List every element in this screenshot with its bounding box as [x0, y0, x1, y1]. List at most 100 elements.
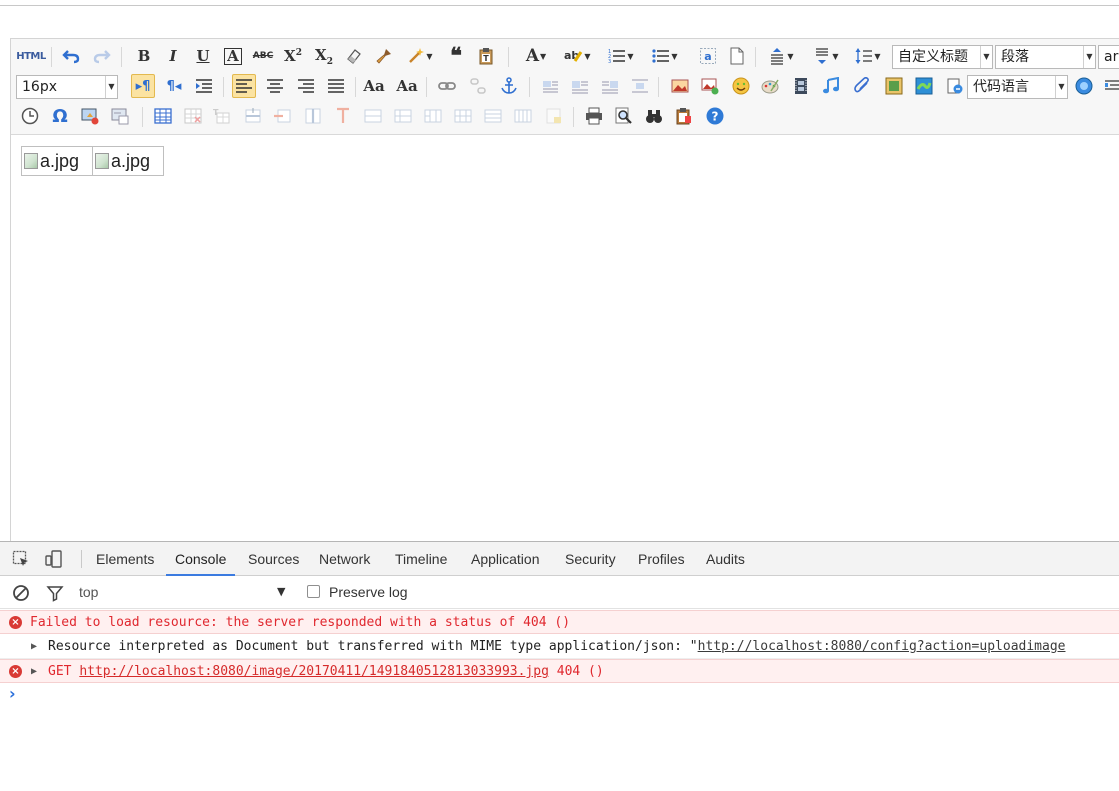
help-button[interactable]: ?: [703, 104, 727, 128]
insert-music-button[interactable]: [819, 74, 843, 98]
tab-application[interactable]: Application: [462, 542, 549, 576]
strikethrough-button[interactable]: ABC: [251, 44, 275, 68]
background-button[interactable]: [1072, 74, 1096, 98]
tab-audits[interactable]: Audits: [697, 542, 754, 576]
delete-col-button[interactable]: [331, 104, 355, 128]
font-color-button[interactable]: A ▼: [518, 44, 554, 68]
row-spacing-bottom-button[interactable]: ▼: [808, 44, 844, 68]
inspect-element-icon[interactable]: [12, 550, 30, 568]
search-replace-button[interactable]: [642, 104, 666, 128]
console-prompt[interactable]: ›: [9, 684, 16, 703]
delete-table-button[interactable]: [181, 104, 205, 128]
custom-heading-select[interactable]: 自定义标题 ▼: [892, 45, 993, 69]
insert-row-button[interactable]: [241, 104, 265, 128]
emotion-button[interactable]: [729, 74, 753, 98]
message-link[interactable]: http://localhost:8080/image/20170411/149…: [79, 664, 549, 679]
split-to-cols-button[interactable]: [511, 104, 535, 128]
paste-plain-button[interactable]: T: [474, 44, 498, 68]
expand-triangle-icon[interactable]: ▶: [31, 635, 37, 658]
google-map-button[interactable]: [912, 74, 936, 98]
underline-button[interactable]: U: [191, 44, 215, 68]
code-language-select[interactable]: 代码语言 ▼: [967, 75, 1068, 99]
row-spacing-top-button[interactable]: ▼: [763, 44, 799, 68]
tab-sources[interactable]: Sources: [239, 542, 308, 576]
redo-button[interactable]: [90, 44, 114, 68]
tab-timeline[interactable]: Timeline: [386, 542, 456, 576]
unlink-button[interactable]: [466, 74, 490, 98]
insert-table-button[interactable]: [151, 104, 175, 128]
merge-down-button[interactable]: [421, 104, 445, 128]
simple-upload-button[interactable]: [668, 74, 692, 98]
context-selector[interactable]: top: [79, 584, 98, 600]
chevron-down-icon[interactable]: ▼: [277, 585, 285, 598]
link-button[interactable]: [435, 74, 459, 98]
highlight-color-button[interactable]: ab ▼: [559, 44, 595, 68]
align-right-button[interactable]: [294, 74, 318, 98]
merge-right-button[interactable]: [391, 104, 415, 128]
image-center-button[interactable]: [628, 74, 652, 98]
broken-image[interactable]: a.jpg: [21, 146, 93, 176]
ordered-list-button[interactable]: 1 2 3 ▼: [603, 44, 639, 68]
italic-button[interactable]: I: [161, 44, 185, 68]
special-chars-button[interactable]: Ω: [48, 104, 72, 128]
word-image-button[interactable]: [108, 104, 132, 128]
select-all-button[interactable]: a: [696, 44, 720, 68]
template-button[interactable]: [1100, 74, 1119, 98]
image-right-button[interactable]: [598, 74, 622, 98]
merge-cells-button[interactable]: [361, 104, 385, 128]
tab-profiles[interactable]: Profiles: [629, 542, 694, 576]
subscript-button[interactable]: X2: [312, 44, 336, 68]
indent-button[interactable]: [192, 74, 216, 98]
source-html-button[interactable]: HTML: [15, 44, 47, 68]
print-button[interactable]: [582, 104, 606, 128]
font-family-select[interactable]: ar: [1098, 45, 1119, 69]
auto-typeset-button[interactable]: ▼: [403, 44, 437, 68]
format-match-button[interactable]: [372, 44, 396, 68]
attachment-button[interactable]: [851, 74, 875, 98]
superscript-button[interactable]: X2: [281, 44, 305, 68]
blockquote-button[interactable]: ❝: [444, 44, 468, 68]
paragraph-format-select[interactable]: 段落 ▼: [995, 45, 1096, 69]
page-break-button[interactable]: [943, 74, 967, 98]
align-center-button[interactable]: [263, 74, 287, 98]
remove-format-button[interactable]: [342, 44, 366, 68]
image-none-button[interactable]: [538, 74, 562, 98]
insert-col-button[interactable]: [301, 104, 325, 128]
rtl-direction-button[interactable]: ¶◂: [162, 74, 186, 98]
message-link[interactable]: http://localhost:8080/config?action=uplo…: [698, 639, 1066, 654]
insert-paragraph-before-table-button[interactable]: T: [209, 104, 233, 128]
tab-console[interactable]: Console: [166, 542, 236, 576]
line-height-button[interactable]: ▼: [850, 44, 886, 68]
chart-button[interactable]: [542, 104, 566, 128]
insert-time-button[interactable]: [18, 104, 42, 128]
undo-button[interactable]: [59, 44, 83, 68]
scrawl-button[interactable]: [758, 74, 782, 98]
insert-video-button[interactable]: [789, 74, 813, 98]
uppercase-button[interactable]: Aa: [362, 74, 386, 98]
editor-content[interactable]: a.jpg a.jpg: [11, 136, 1119, 542]
bold-button[interactable]: B: [132, 44, 156, 68]
clear-document-button[interactable]: [725, 44, 749, 68]
tab-security[interactable]: Security: [556, 542, 625, 576]
tab-elements[interactable]: Elements: [87, 542, 163, 576]
tab-network[interactable]: Network: [310, 542, 379, 576]
align-justify-button[interactable]: [324, 74, 348, 98]
font-size-select[interactable]: 16px ▼: [16, 75, 118, 99]
lowercase-button[interactable]: Aa: [395, 74, 419, 98]
drafts-button[interactable]: [672, 104, 696, 128]
broken-image[interactable]: a.jpg: [92, 146, 164, 176]
font-border-button[interactable]: A: [221, 44, 245, 68]
anchor-button[interactable]: [497, 74, 521, 98]
expand-triangle-icon[interactable]: ▶: [31, 660, 37, 682]
ltr-direction-button[interactable]: ▸¶: [131, 74, 155, 98]
insert-frame-button[interactable]: [882, 74, 906, 98]
device-toolbar-icon[interactable]: [45, 550, 63, 568]
image-left-button[interactable]: [568, 74, 592, 98]
filter-icon[interactable]: [46, 584, 64, 602]
unordered-list-button[interactable]: ▼: [647, 44, 683, 68]
insert-image-button[interactable]: [698, 74, 722, 98]
snap-screen-button[interactable]: [78, 104, 102, 128]
split-to-rows-button[interactable]: [481, 104, 505, 128]
split-to-cells-button[interactable]: [451, 104, 475, 128]
align-left-button[interactable]: [232, 74, 256, 98]
